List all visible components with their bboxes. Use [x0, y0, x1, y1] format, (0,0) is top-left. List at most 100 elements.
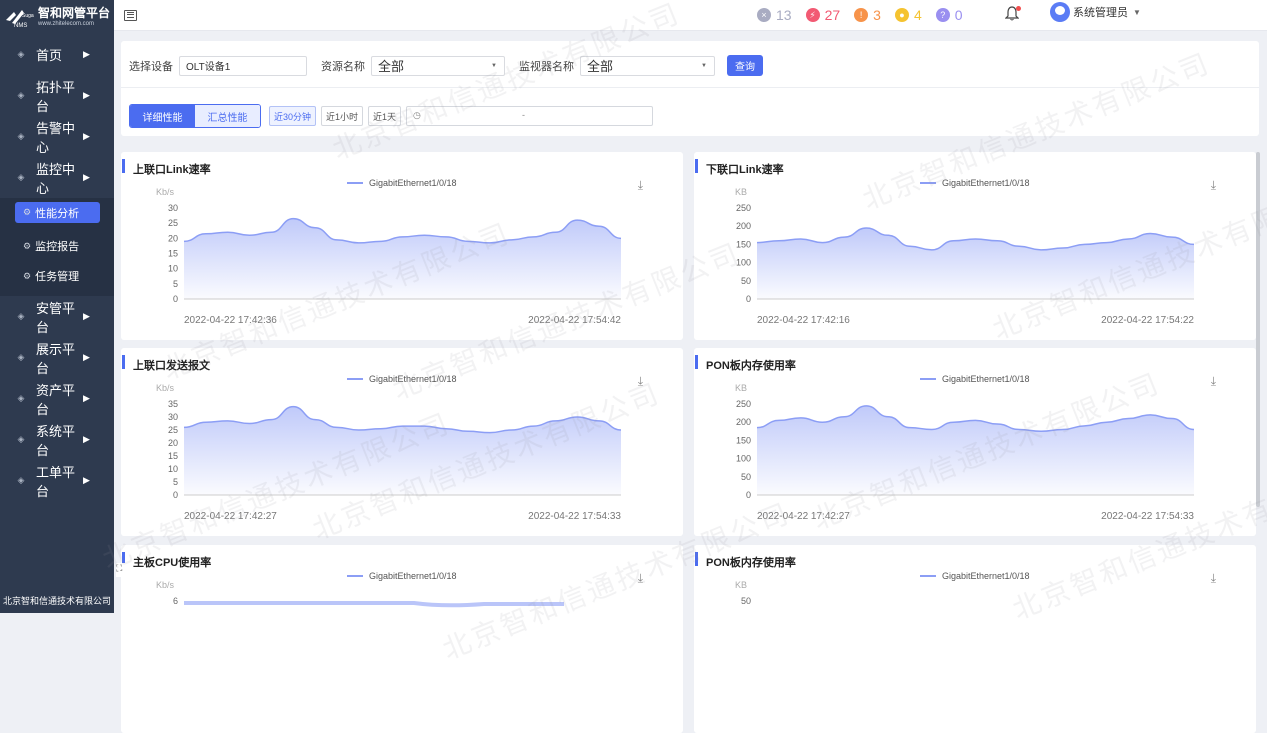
- sidebar-item-topology[interactable]: ◈ 拓扑平台 ▶: [0, 75, 114, 116]
- ticket-icon: ◈: [17, 475, 25, 485]
- monitor-label: 监视器名称: [519, 60, 574, 73]
- logo[interactable]: Sugar NMS 智和网管平台 www.zhitelecom.com: [0, 0, 114, 34]
- clock-icon: ◷: [413, 110, 421, 120]
- chart-legend[interactable]: GigabitEthernet1/0/18: [920, 571, 1030, 581]
- submenu-monitor: ⚙ 性能分析 ⚙ 监控报告 ⚙ 任务管理: [0, 198, 114, 296]
- badge-info[interactable]: ? 0: [935, 7, 963, 23]
- sidebar-item-monitor[interactable]: ◈ 监控中心 ▶: [0, 157, 114, 198]
- sidebar-subitem-0[interactable]: ⚙ 性能分析: [15, 202, 100, 223]
- chart-card: Kb/s 6 主板CPU使用率 GigabitEthernet1/0/18 ⤓: [121, 545, 683, 733]
- info-icon: ?: [935, 8, 950, 22]
- query-button[interactable]: 查询: [727, 55, 763, 76]
- y-tick-label: 5: [173, 477, 178, 487]
- fullscreen-icon[interactable]: ⛶: [116, 563, 128, 577]
- y-tick-label: 6: [173, 596, 178, 606]
- sidebar-item-security[interactable]: ◈ 安管平台 ▶: [0, 296, 114, 337]
- asset-icon: ◈: [17, 393, 25, 403]
- badge-critical[interactable]: × 13: [757, 7, 792, 23]
- range-30min[interactable]: 近30分钟: [269, 106, 317, 126]
- sidebar-subitem-1[interactable]: ⚙ 监控报告: [0, 231, 114, 261]
- chart-card: KB 0 50 100 150 200 250 2022-04-22 17:42:27 2022…: [694, 348, 1256, 536]
- chart-card: KB 50 PON板内存使用率 GigabitEthernet1/0/18 ⤓: [694, 545, 1256, 733]
- legend-label: GigabitEthernet1/0/18: [369, 178, 457, 188]
- badge-major[interactable]: ⚡ 27: [805, 7, 840, 23]
- sidebar-item-label: 资产平台: [36, 382, 76, 417]
- chart-legend[interactable]: GigabitEthernet1/0/18: [920, 374, 1030, 384]
- monitor-select[interactable]: 全部 ▼: [580, 55, 715, 76]
- date-range-picker[interactable]: ◷ -: [406, 106, 654, 126]
- sidebar-subitem-2[interactable]: ⚙ 任务管理: [0, 261, 114, 291]
- scrollbar[interactable]: [1256, 152, 1260, 507]
- download-icon[interactable]: ⤓: [638, 178, 643, 193]
- y-tick-label: 200: [736, 221, 751, 231]
- chart-legend[interactable]: GigabitEthernet1/0/18: [347, 178, 457, 188]
- badge-count: 0: [954, 7, 963, 23]
- filter-panel: 选择设备 OLT设备1 资源名称 全部 ▼ 监视器名称 全部 ▼ 查询 详细性能 汇…: [121, 41, 1259, 136]
- sidebar-item-label: 监控中心: [36, 161, 76, 196]
- y-tick-label: 20: [168, 233, 178, 243]
- tab-detail[interactable]: 详细性能: [130, 105, 195, 127]
- resource-select[interactable]: 全部 ▼: [371, 55, 505, 76]
- user-menu[interactable]: 系统管理员 ▼: [1050, 2, 1141, 22]
- sidebar-item-label: 安管平台: [36, 300, 76, 335]
- display-icon: ◈: [17, 352, 25, 362]
- major-icon: ⚡: [805, 8, 820, 22]
- badge-count: 13: [776, 7, 792, 23]
- download-icon[interactable]: ⤓: [1211, 571, 1216, 586]
- title-accent: [122, 355, 125, 369]
- y-tick-label: 250: [736, 203, 751, 213]
- chart-legend[interactable]: GigabitEthernet1/0/18: [920, 178, 1030, 188]
- svg-text:Sugar: Sugar: [22, 13, 34, 19]
- chevron-right-icon: ▶: [83, 49, 90, 59]
- y-unit: KB: [735, 187, 747, 197]
- critical-icon: ×: [757, 8, 771, 22]
- series-line[interactable]: [184, 601, 564, 608]
- sidebar-item-home[interactable]: ◈ 首页 ▶: [0, 34, 114, 75]
- menu-toggle-icon[interactable]: [124, 9, 137, 21]
- x-tick-label: 2022-04-22 17:54:33: [1101, 511, 1194, 522]
- y-tick-label: 25: [168, 218, 178, 228]
- y-tick-label: 50: [741, 276, 751, 286]
- download-icon[interactable]: ⤓: [638, 374, 643, 389]
- chart-legend[interactable]: GigabitEthernet1/0/18: [347, 571, 457, 581]
- sidebar-item-alarm[interactable]: ◈ 告警中心 ▶: [0, 116, 114, 157]
- sidebar-item-ticket[interactable]: ◈ 工单平台 ▶: [0, 460, 114, 501]
- legend-label: GigabitEthernet1/0/18: [942, 571, 1030, 581]
- warning-icon: ●: [894, 8, 909, 22]
- y-tick-label: 35: [168, 399, 178, 409]
- download-icon[interactable]: ⤓: [638, 571, 643, 586]
- sidebar-item-asset[interactable]: ◈ 资产平台 ▶: [0, 378, 114, 419]
- chart-title: 主板CPU使用率: [133, 557, 212, 569]
- alarm-icon: ◈: [17, 131, 25, 141]
- download-icon[interactable]: ⤓: [1211, 374, 1216, 389]
- y-tick-label: 10: [168, 464, 178, 474]
- title-accent: [122, 159, 125, 173]
- y-tick-label: 30: [168, 203, 178, 213]
- gear-icon: ⚙: [23, 270, 32, 281]
- user-name: 系统管理员: [1073, 7, 1128, 19]
- sidebar-item-display[interactable]: ◈ 展示平台 ▶: [0, 337, 114, 378]
- monitor-value: 全部: [587, 59, 614, 74]
- device-input[interactable]: OLT设备1: [179, 55, 307, 76]
- badge-minor[interactable]: ! 3: [854, 7, 881, 23]
- badge-warning[interactable]: ● 4: [894, 7, 922, 23]
- sidebar-item-label: 告警中心: [36, 120, 76, 155]
- chart-title: 下联口Link速率: [706, 164, 784, 176]
- sidebar-item-system[interactable]: ◈ 系统平台 ▶: [0, 419, 114, 460]
- tab-summary[interactable]: 汇总性能: [195, 105, 260, 127]
- range-1hour[interactable]: 近1小时: [321, 106, 364, 126]
- view-tabs: 详细性能 汇总性能: [129, 104, 261, 128]
- sidebar-subitem-label: 监控报告: [35, 241, 80, 253]
- chart-legend[interactable]: GigabitEthernet1/0/18: [347, 374, 457, 384]
- y-tick-label: 20: [168, 438, 178, 448]
- range-1day[interactable]: 近1天: [368, 106, 402, 126]
- y-tick-label: 50: [741, 472, 751, 482]
- system-icon: ◈: [17, 434, 25, 444]
- y-tick-label: 0: [746, 294, 751, 304]
- chart-title: 上联口发送报文: [133, 360, 210, 372]
- bell-icon[interactable]: [1004, 6, 1021, 24]
- download-icon[interactable]: ⤓: [1211, 178, 1216, 193]
- y-tick-label: 50: [741, 596, 751, 606]
- y-tick-label: 25: [168, 425, 178, 435]
- chart-card: Kb/s 0 5 10 15 20 25 30 35 2022-04-22 17:42:27 202…: [121, 348, 683, 536]
